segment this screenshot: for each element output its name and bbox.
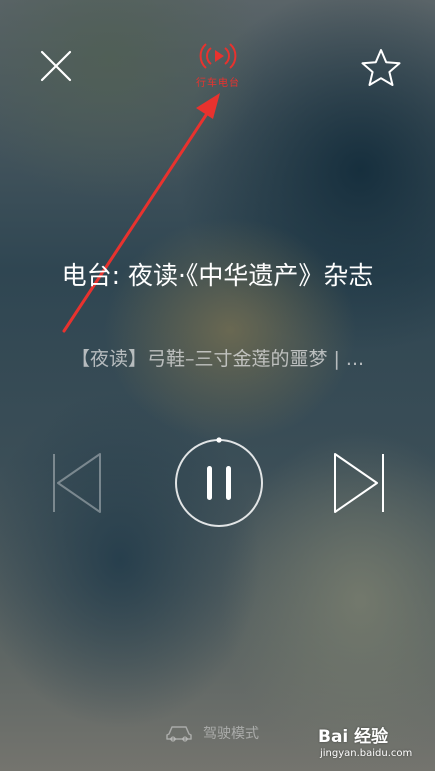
drive-mode-button[interactable]: 驾驶模式: [165, 720, 305, 746]
broadcast-play-icon: [199, 43, 237, 69]
favorite-button[interactable]: [360, 48, 402, 88]
watermark-brand: Bai 经验: [318, 727, 389, 747]
previous-button[interactable]: [50, 450, 106, 516]
next-button[interactable]: [331, 450, 387, 516]
close-button[interactable]: [40, 50, 72, 82]
car-radio-button[interactable]: 行车电台: [188, 40, 248, 92]
skip-next-icon: [334, 453, 384, 513]
skip-previous-icon: [53, 453, 101, 513]
car-radio-label: 行车电台: [196, 78, 240, 89]
annotation-arrow: [62, 93, 220, 333]
baidu-watermark: Bai 经验 jingyan.baidu.com: [318, 720, 430, 768]
close-icon: [40, 50, 72, 82]
watermark-url: jingyan.baidu.com: [320, 748, 413, 759]
player-screen: 行车电台 电台: 夜读·《中华遗产》杂志 【夜读】弓鞋–三寸金莲的噩梦 | ..…: [0, 0, 435, 771]
station-title: 电台: 夜读·《中华遗产》杂志: [61, 261, 374, 290]
drive-mode-label: 驾驶模式: [203, 726, 259, 742]
episode-subtitle: 【夜读】弓鞋–三寸金莲的噩梦 | ...: [70, 348, 365, 370]
star-icon: [361, 49, 401, 86]
progress-dot: [216, 437, 222, 443]
play-pause-button[interactable]: [172, 436, 266, 530]
pause-icon: [175, 437, 263, 527]
car-icon: [166, 726, 192, 742]
